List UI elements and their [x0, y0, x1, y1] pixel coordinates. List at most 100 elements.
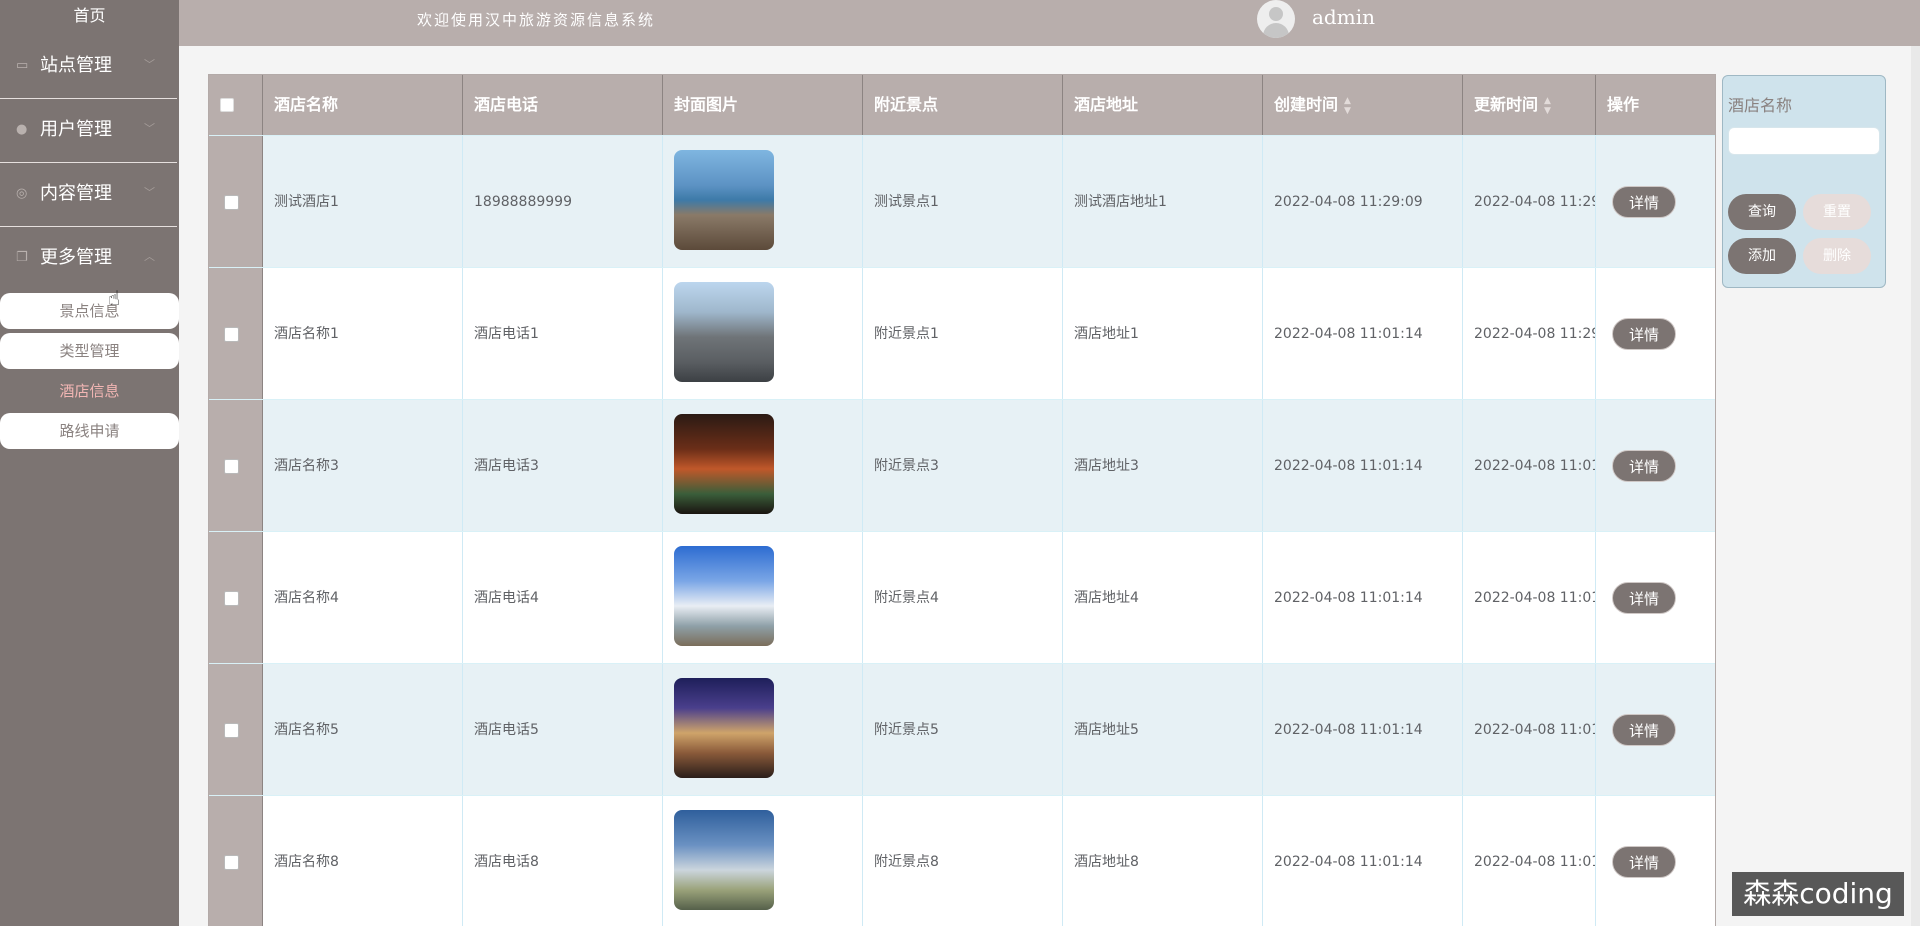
updated-time-cell: 2022-04-08 11:01:14 — [1463, 796, 1596, 926]
cover-image-cell — [663, 664, 863, 796]
sidebar-group-users[interactable]: ● 用户管理 ﹀ — [0, 101, 177, 163]
hotel-name-cell: 测试酒店1 — [263, 136, 463, 268]
hotel-address-cell: 酒店地址1 — [1063, 268, 1263, 400]
chevron-down-icon: ﹀ — [144, 122, 155, 135]
column-header-address: 酒店地址 — [1063, 75, 1263, 135]
row-checkbox[interactable] — [224, 723, 239, 738]
detail-button[interactable]: 详情 — [1612, 186, 1676, 218]
search-label: 酒店名称 — [1728, 96, 1793, 115]
column-header-created[interactable]: 创建时间 ▲ ▼ — [1263, 75, 1463, 135]
row-select-cell — [209, 532, 263, 664]
detail-button[interactable]: 详情 — [1612, 846, 1676, 878]
chevron-up-icon: ︿ — [144, 250, 155, 263]
created-time-cell: 2022-04-08 11:01:14 — [1263, 400, 1463, 532]
hotel-phone-cell: 酒店电话5 — [463, 664, 663, 796]
detail-button[interactable]: 详情 — [1612, 318, 1676, 350]
table-row[interactable]: 测试酒店1 18988889999 测试景点1 测试酒店地址1 2022-04-08 1… — [209, 135, 1717, 268]
action-cell: 详情 — [1596, 136, 1717, 268]
table-row[interactable]: 酒店名称1 酒店电话1 附近景点1 酒店地址1 2022-04-08 11:01:14 2… — [209, 267, 1715, 400]
detail-button[interactable]: 详情 — [1612, 714, 1676, 746]
avatar-head-shape — [1269, 7, 1283, 21]
table-row[interactable]: 酒店名称3 酒店电话3 附近景点3 酒店地址3 2022-04-08 11:01:14 2… — [209, 399, 1717, 532]
sort-icon[interactable]: ▲ ▼ — [1544, 96, 1551, 116]
sidebar-group-content[interactable]: ◎ 内容管理 ﹀ — [0, 165, 177, 227]
query-button[interactable]: 查询 — [1728, 194, 1796, 230]
action-cell: 详情 — [1596, 400, 1717, 532]
hotel-phone-cell: 酒店电话3 — [463, 400, 663, 532]
hotel-name-cell: 酒店名称3 — [263, 400, 463, 532]
sidebar-item-scenic-info[interactable]: 景点信息 — [0, 293, 179, 329]
cover-image[interactable] — [674, 546, 774, 646]
hotel-address-cell: 酒店地址3 — [1063, 400, 1263, 532]
select-all-checkbox[interactable] — [220, 98, 234, 112]
hotel-phone-cell: 18988889999 — [463, 136, 663, 268]
cover-image-cell — [663, 136, 863, 268]
welcome-text: 欢迎使用汉中旅游资源信息系统 — [417, 11, 656, 29]
column-header-updated[interactable]: 更新时间 ▲ ▼ — [1463, 75, 1596, 135]
sidebar-group-label: 站点管理 — [40, 55, 112, 76]
detail-button[interactable]: 详情 — [1612, 582, 1676, 614]
nearby-spot-cell: 测试景点1 — [863, 136, 1063, 268]
row-checkbox[interactable] — [224, 195, 239, 210]
cover-image[interactable] — [674, 150, 774, 250]
chevron-down-icon: ﹀ — [144, 58, 155, 71]
sidebar-group-more[interactable]: ❐ 更多管理 ︿ — [0, 229, 177, 291]
cover-image[interactable] — [674, 414, 774, 514]
row-checkbox[interactable] — [224, 327, 239, 342]
row-select-cell — [209, 400, 263, 532]
nearby-spot-cell: 附近景点1 — [863, 268, 1063, 400]
nearby-spot-cell: 附近景点4 — [863, 532, 1063, 664]
cover-image-cell — [663, 532, 863, 664]
sort-icon[interactable]: ▲ ▼ — [1344, 96, 1351, 116]
table-row[interactable]: 酒店名称4 酒店电话4 附近景点4 酒店地址4 2022-04-08 11:01:14 2… — [209, 531, 1715, 664]
chevron-down-icon: ﹀ — [144, 186, 155, 199]
created-time-cell: 2022-04-08 11:01:14 — [1263, 664, 1463, 796]
hotel-phone-cell: 酒店电话1 — [463, 268, 663, 400]
cover-image[interactable] — [674, 678, 774, 778]
sidebar-group-site[interactable]: ▭ 站点管理 ﹀ — [0, 37, 177, 99]
username[interactable]: admin — [1312, 5, 1375, 29]
row-select-cell — [209, 796, 263, 926]
row-select-cell — [209, 664, 263, 796]
sidebar-item-type-manage[interactable]: 类型管理 — [0, 333, 179, 369]
search-panel: 酒店名称 查询 重置 添加 删除 — [1722, 75, 1886, 288]
sidebar-home-link[interactable]: 首页 — [0, 0, 179, 32]
column-header-name: 酒店名称 — [263, 75, 463, 135]
created-time-cell: 2022-04-08 11:01:14 — [1263, 268, 1463, 400]
table-row[interactable]: 酒店名称8 酒店电话8 附近景点8 酒店地址8 2022-04-08 11:01:14 2… — [209, 795, 1715, 926]
row-checkbox[interactable] — [224, 591, 239, 606]
row-checkbox[interactable] — [224, 459, 239, 474]
action-cell: 详情 — [1596, 664, 1717, 796]
sidebar-item-hotel-info[interactable]: 酒店信息 — [0, 373, 179, 409]
nearby-spot-cell: 附近景点5 — [863, 664, 1063, 796]
hotel-name-cell: 酒店名称5 — [263, 664, 463, 796]
reset-button[interactable]: 重置 — [1803, 194, 1871, 230]
chat-icon: ◎ — [16, 186, 28, 201]
created-time-cell: 2022-04-08 11:29:09 — [1263, 136, 1463, 268]
updated-time-cell: 2022-04-08 11:01:14 — [1463, 664, 1596, 796]
cover-image-cell — [663, 268, 863, 400]
copy-icon: ❐ — [16, 250, 28, 265]
search-input[interactable] — [1728, 127, 1880, 155]
hotel-address-cell: 酒店地址5 — [1063, 664, 1263, 796]
avatar[interactable] — [1257, 0, 1295, 38]
cover-image-cell — [663, 796, 863, 926]
nearby-spot-cell: 附近景点3 — [863, 400, 1063, 532]
cover-image[interactable] — [674, 282, 774, 382]
hotel-name-cell: 酒店名称1 — [263, 268, 463, 400]
detail-button[interactable]: 详情 — [1612, 450, 1676, 482]
watermark: 森森coding — [1732, 872, 1904, 916]
cover-image[interactable] — [674, 810, 774, 910]
sidebar-item-route-apply[interactable]: 路线申请 — [0, 413, 179, 449]
sidebar: 首页 ▭ 站点管理 ﹀ ● 用户管理 ﹀ ◎ 内容管理 ﹀ ❐ 更多管理 ︿ 景… — [0, 0, 179, 926]
delete-button[interactable]: 删除 — [1803, 238, 1871, 274]
table-body: 测试酒店1 18988889999 测试景点1 测试酒店地址1 2022-04-08 1… — [209, 135, 1715, 926]
table-row[interactable]: 酒店名称5 酒店电话5 附近景点5 酒店地址5 2022-04-08 11:01:14 2… — [209, 663, 1717, 796]
page-scrollbar[interactable] — [1911, 46, 1920, 926]
hotel-address-cell: 酒店地址4 — [1063, 532, 1263, 664]
column-header-image: 封面图片 — [663, 75, 863, 135]
row-checkbox[interactable] — [224, 855, 239, 870]
hotel-phone-cell: 酒店电话4 — [463, 532, 663, 664]
add-button[interactable]: 添加 — [1728, 238, 1796, 274]
updated-time-cell: 2022-04-08 11:29:09 — [1463, 268, 1596, 400]
